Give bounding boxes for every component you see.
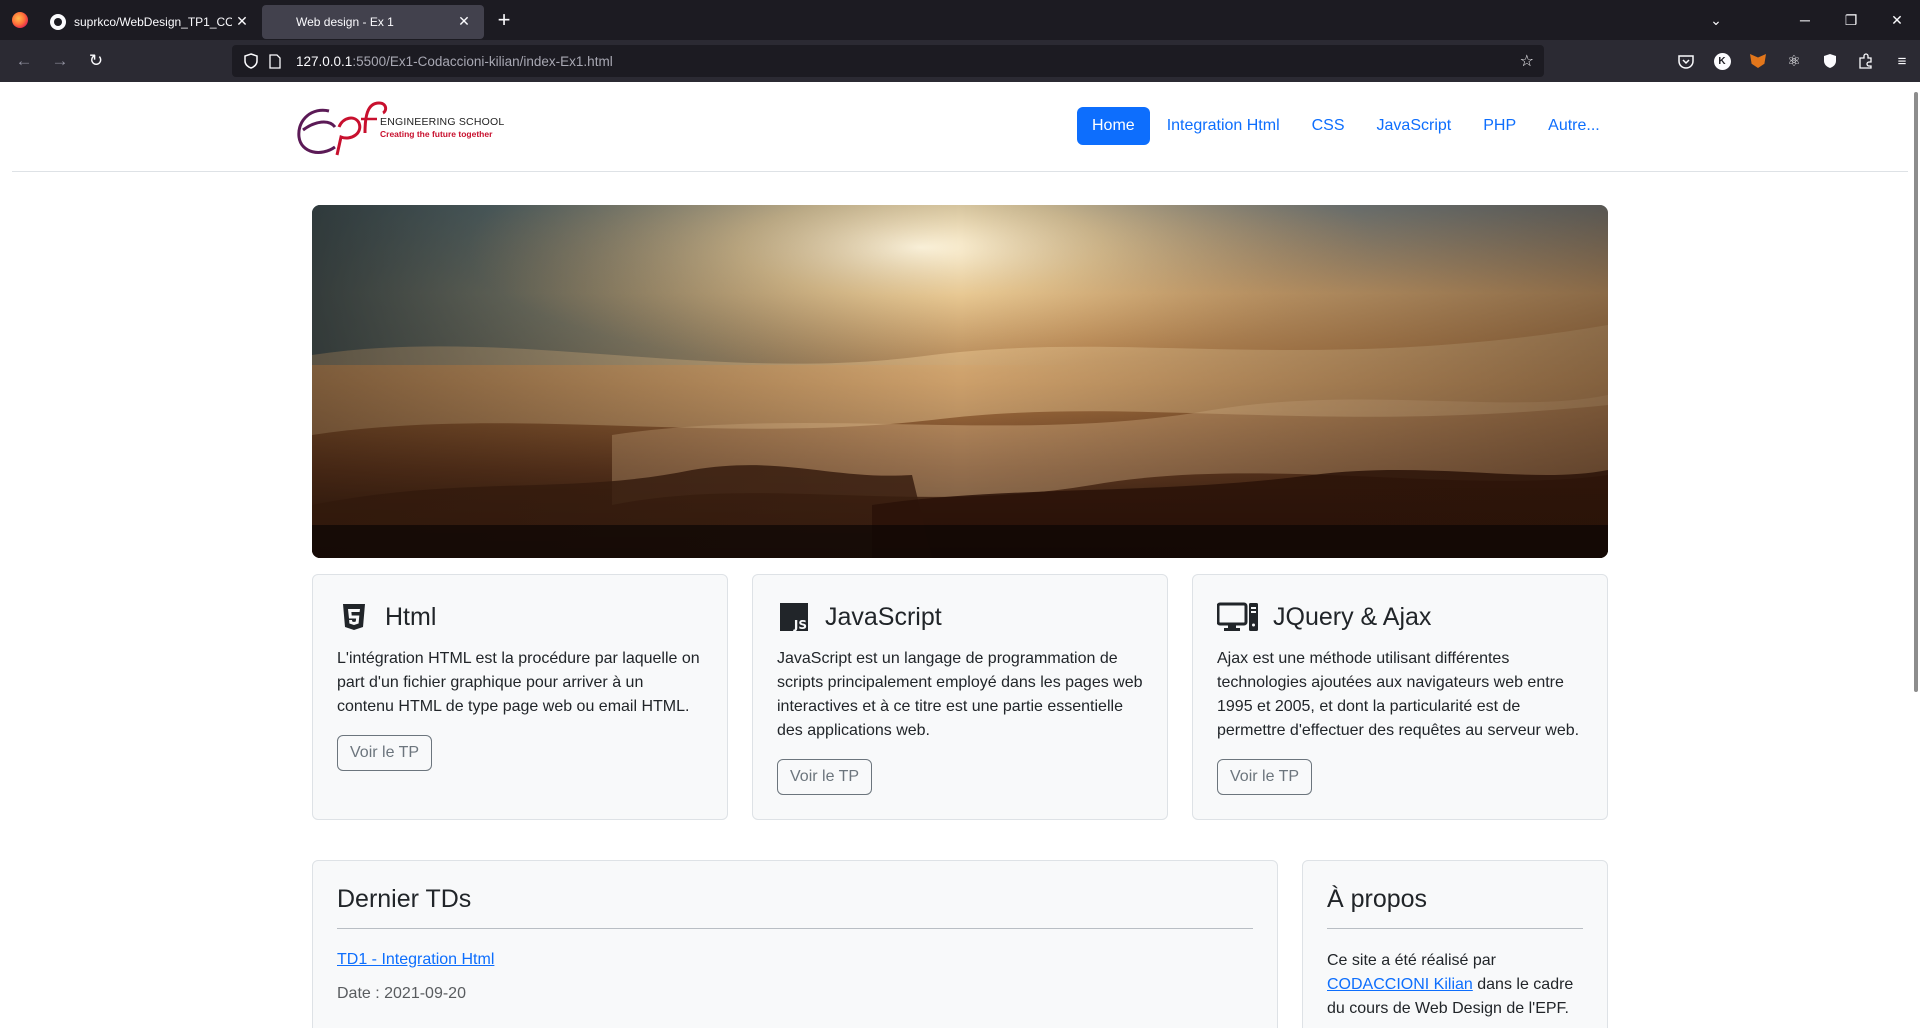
card-title: JavaScript (825, 602, 942, 631)
nav-home[interactable]: Home (1077, 107, 1150, 145)
feature-card-html: Html L'intégration HTML est la procédure… (312, 574, 728, 820)
td-date: Date : 2021-09-20 (337, 985, 466, 1002)
close-tab-icon[interactable]: ✕ (454, 13, 474, 30)
card-title: Html (385, 602, 437, 631)
scrollbar[interactable] (1914, 92, 1918, 692)
url-host: 127.0.0.1 (296, 53, 353, 69)
view-tp-button[interactable]: Voir le TP (1217, 759, 1313, 795)
view-tp-button[interactable]: Voir le TP (777, 759, 873, 795)
svg-text:JS: JS (793, 618, 807, 631)
about-text-start: Ce site a été réalisé par (1327, 952, 1496, 969)
browser-tab-webdesign[interactable]: Web design - Ex 1 ✕ (262, 4, 484, 39)
github-icon (50, 13, 66, 30)
feature-card-jquery-ajax: JQuery & Ajax Ajax est une méthode utili… (1192, 574, 1608, 820)
address-bar[interactable]: 127.0.0.1:5500/Ex1-Codaccioni-kilian/ind… (232, 45, 1544, 77)
restore-icon[interactable]: ❐ (1828, 0, 1874, 40)
page-icon (266, 52, 284, 70)
browser-tab-github[interactable]: suprkco/WebDesign_TP1_CODACCIONI ✕ (40, 5, 262, 39)
main-nav: Home Integration Html CSS JavaScript PHP… (1077, 107, 1617, 145)
privacy-shield-icon[interactable] (1812, 45, 1848, 77)
close-tab-icon[interactable]: ✕ (232, 13, 252, 30)
tab-title: Web design - Ex 1 (296, 14, 394, 29)
tab-title: suprkco/WebDesign_TP1_CODACCIONI (74, 14, 232, 29)
nav-php[interactable]: PHP (1468, 107, 1531, 145)
desktop-computer-icon (1217, 600, 1259, 634)
about-text: Ce site a été réalisé par CODACCIONI Kil… (1327, 949, 1583, 1021)
browser-nav-bar: ← → ↻ 127.0.0.1:5500/Ex1-Codaccioni-kili… (0, 40, 1920, 82)
extensions-puzzle-icon[interactable] (1848, 45, 1884, 77)
page-viewport: ENGINEERING SCHOOL Creating the future t… (0, 82, 1920, 1028)
section-title: À propos (1327, 885, 1583, 929)
reload-icon[interactable]: ↻ (78, 45, 114, 77)
card-header: JQuery & Ajax (1217, 597, 1583, 637)
logo-text: ENGINEERING SCHOOL Creating the future t… (380, 116, 504, 139)
forward-arrow-icon[interactable]: → (42, 45, 78, 77)
account-k-icon[interactable]: K (1704, 45, 1740, 77)
nav-integration-html[interactable]: Integration Html (1152, 107, 1295, 145)
minimize-icon[interactable]: ─ (1782, 0, 1828, 40)
card-title: JQuery & Ajax (1273, 602, 1432, 631)
logo-line-1: ENGINEERING SCHOOL (380, 116, 505, 128)
nav-javascript[interactable]: JavaScript (1362, 107, 1467, 145)
toolbar-extensions: K ⚛ ≡ (1668, 45, 1920, 77)
hero-sky-image (312, 205, 1608, 558)
card-text: Ajax est une méthode utilisant différent… (1217, 650, 1580, 739)
view-tp-button[interactable]: Voir le TP (337, 735, 433, 771)
browser-tab-bar: suprkco/WebDesign_TP1_CODACCIONI ✕ Web d… (0, 0, 1920, 40)
react-devtools-icon[interactable]: ⚛ (1776, 45, 1812, 77)
hamburger-menu-icon[interactable]: ≡ (1884, 45, 1920, 77)
card-text: L'intégration HTML est la procédure par … (337, 650, 700, 715)
list-all-tabs-chevron-icon[interactable]: ⌄ (1696, 0, 1736, 40)
tab-favicon-icon (272, 14, 288, 30)
logo-tagline: Creating the future together (380, 129, 493, 139)
bookmark-star-icon[interactable]: ☆ (1520, 51, 1534, 71)
back-arrow-icon[interactable]: ← (6, 45, 42, 77)
about-card: À propos Ce site a été réalisé par CODAC… (1302, 860, 1608, 1028)
pocket-icon[interactable] (1668, 45, 1704, 77)
url-path: :5500/Ex1-Codaccioni-kilian/index-Ex1.ht… (352, 53, 613, 69)
nav-css[interactable]: CSS (1297, 107, 1360, 145)
metamask-fox-icon[interactable] (1740, 45, 1776, 77)
nav-more[interactable]: Autre... (1533, 107, 1615, 145)
url-text[interactable]: 127.0.0.1:5500/Ex1-Codaccioni-kilian/ind… (296, 54, 613, 69)
card-header: JS JavaScript (777, 597, 1143, 637)
latest-tds-card: Dernier TDs TD1 - Integration Html Date … (312, 860, 1278, 1028)
firefox-menu-icon[interactable] (0, 0, 40, 40)
html5-icon (337, 600, 371, 634)
feature-card-javascript: JS JavaScript JavaScript est un langage … (752, 574, 1168, 820)
section-title: Dernier TDs (337, 885, 1253, 929)
card-header: Html (337, 597, 703, 637)
card-text: JavaScript est un langage de programmati… (777, 650, 1143, 739)
shield-icon[interactable] (242, 52, 260, 70)
new-tab-button[interactable]: + (486, 2, 522, 38)
author-link[interactable]: CODACCIONI Kilian (1327, 976, 1473, 993)
window-controls: ─ ❐ ✕ (1782, 0, 1920, 40)
td-link[interactable]: TD1 - Integration Html (337, 951, 494, 969)
js-icon: JS (777, 600, 811, 634)
close-window-icon[interactable]: ✕ (1874, 0, 1920, 40)
